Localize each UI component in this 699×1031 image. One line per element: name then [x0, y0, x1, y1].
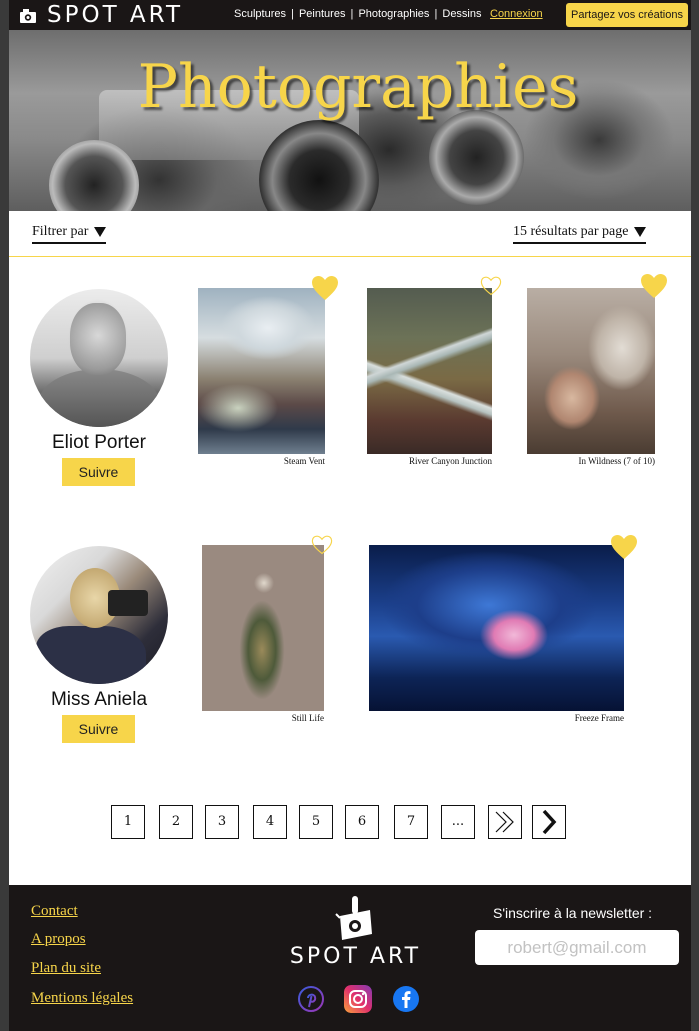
artwork-title[interactable]: Freeze Frame: [369, 713, 624, 723]
nav-photographies[interactable]: Photographies: [358, 8, 429, 20]
page-button[interactable]: 7: [394, 805, 428, 839]
page-button[interactable]: 1: [111, 805, 145, 839]
footer-link-legal[interactable]: Mentions légales: [31, 990, 133, 1007]
avatar-camera: [108, 590, 148, 616]
artist-name[interactable]: Eliot Porter: [9, 432, 189, 454]
page-button[interactable]: 4: [253, 805, 287, 839]
per-page-dropdown[interactable]: 15 résultats par page: [513, 224, 647, 244]
chevron-right-icon: [542, 809, 557, 835]
artist-name[interactable]: Miss Aniela: [9, 689, 189, 711]
avatar[interactable]: [30, 289, 168, 427]
camera-logo-icon[interactable]: [17, 4, 39, 26]
hero-lens: [429, 110, 524, 205]
pinterest-icon[interactable]: [297, 985, 325, 1013]
page-button[interactable]: 6: [345, 805, 379, 839]
artwork-title[interactable]: Still Life: [202, 713, 324, 723]
next-page-button[interactable]: [532, 805, 566, 839]
page-ellipsis-button[interactable]: ...: [441, 805, 475, 839]
nav-dessins[interactable]: Dessins: [442, 8, 481, 20]
footer-link-about[interactable]: A propos: [31, 931, 86, 948]
heart-filled-icon[interactable]: [311, 275, 339, 301]
avatar[interactable]: [30, 546, 168, 684]
artwork-image[interactable]: [369, 545, 624, 711]
heart-filled-icon[interactable]: [610, 534, 638, 560]
last-page-button[interactable]: [488, 805, 522, 839]
newsletter-label: S'inscrire à la newsletter :: [493, 905, 653, 921]
per-page-label: 15 résultats par page: [513, 224, 629, 239]
artwork-title[interactable]: In Wildness (7 of 10): [527, 456, 655, 466]
nav-peintures[interactable]: Peintures: [299, 8, 345, 20]
page-button[interactable]: 3: [205, 805, 239, 839]
heart-outline-icon[interactable]: [311, 535, 333, 555]
artwork-image[interactable]: [198, 288, 325, 454]
artwork-title[interactable]: River Canyon Junction: [367, 456, 492, 466]
page-button[interactable]: 2: [159, 805, 193, 839]
share-creations-button[interactable]: Partagez vos créations: [566, 3, 688, 27]
artwork-image[interactable]: [367, 288, 492, 454]
artwork-title[interactable]: Steam Vent: [198, 456, 325, 466]
page-title: Photographies: [137, 52, 579, 122]
footer-brand[interactable]: SPOT ART: [288, 944, 423, 969]
instagram-icon[interactable]: [344, 985, 372, 1013]
avatar-face: [70, 303, 126, 375]
heart-outline-icon[interactable]: [480, 276, 502, 296]
facebook-icon[interactable]: [392, 985, 420, 1013]
filter-dropdown[interactable]: Filtrer par: [32, 224, 107, 244]
nav-separator: |: [350, 8, 354, 20]
avatar-body: [36, 626, 146, 684]
main-nav: Sculptures | Peintures | Photographies |…: [234, 8, 482, 20]
footer-link-contact[interactable]: Contact: [31, 903, 78, 920]
avatar-body: [38, 369, 160, 427]
brand-name[interactable]: SPOT ART: [47, 1, 183, 29]
page: SPOT ART Sculptures | Peintures | Photog…: [9, 0, 691, 1031]
page-button[interactable]: 5: [299, 805, 333, 839]
heart-filled-icon[interactable]: [640, 273, 668, 299]
artwork-image[interactable]: [527, 288, 655, 454]
nav-separator: |: [434, 8, 438, 20]
caret-down-icon: [94, 226, 107, 237]
divider: [9, 256, 691, 257]
footer-link-sitemap[interactable]: Plan du site: [31, 960, 101, 977]
double-chevron-right-icon: [495, 811, 514, 833]
nav-sculptures[interactable]: Sculptures: [234, 8, 286, 20]
spot-art-logo-icon[interactable]: [334, 894, 376, 942]
nav-separator: |: [291, 8, 294, 20]
follow-button[interactable]: Suivre: [62, 715, 135, 743]
filter-label: Filtrer par: [32, 224, 89, 239]
newsletter-email-input[interactable]: [475, 930, 679, 965]
follow-button[interactable]: Suivre: [62, 458, 135, 486]
artwork-image[interactable]: [202, 545, 324, 711]
caret-down-icon: [634, 226, 647, 237]
login-link[interactable]: Connexion: [490, 8, 543, 20]
top-bar: SPOT ART Sculptures | Peintures | Photog…: [9, 0, 691, 30]
